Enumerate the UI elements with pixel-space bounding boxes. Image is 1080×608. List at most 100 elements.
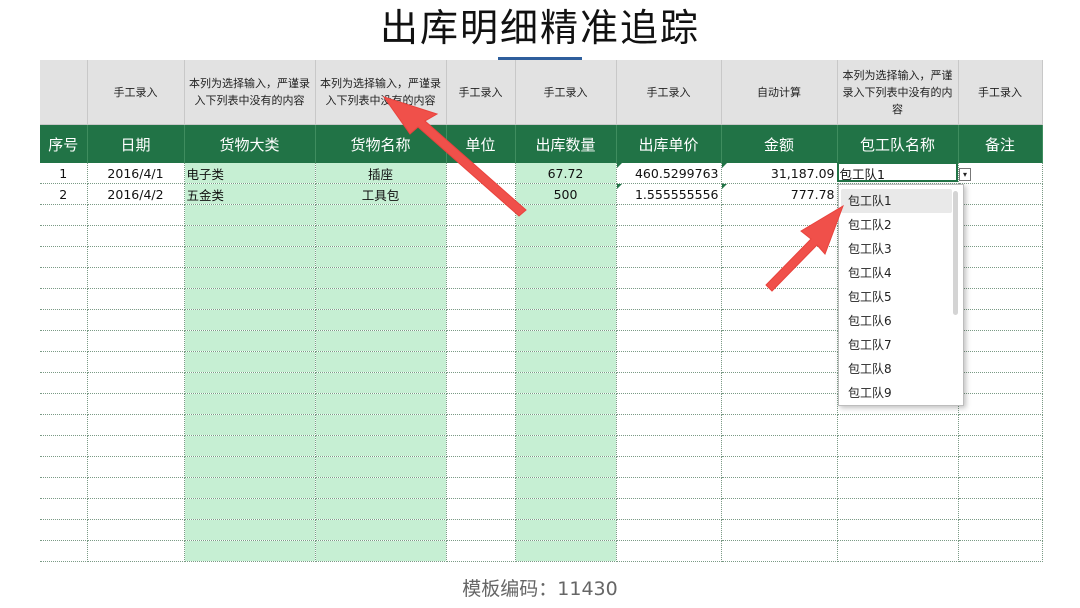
table-cell[interactable] — [616, 498, 722, 520]
dropdown-option[interactable]: 包工队5 — [841, 285, 952, 309]
table-cell[interactable] — [87, 435, 185, 457]
table-cell[interactable] — [721, 372, 838, 394]
table-cell[interactable] — [958, 267, 1043, 289]
table-cell[interactable] — [446, 435, 516, 457]
table-cell[interactable] — [184, 519, 316, 541]
table-cell[interactable] — [958, 477, 1043, 499]
table-cell[interactable] — [958, 435, 1043, 457]
column-header[interactable]: 货物大类 — [184, 124, 316, 163]
table-cell[interactable] — [87, 351, 185, 373]
table-cell[interactable] — [958, 540, 1043, 562]
table-cell[interactable] — [446, 477, 516, 499]
table-cell[interactable] — [184, 330, 316, 352]
table-cell[interactable] — [315, 456, 447, 478]
table-cell[interactable] — [958, 330, 1043, 352]
table-cell[interactable] — [721, 414, 838, 436]
table-cell[interactable] — [515, 246, 617, 268]
table-cell[interactable] — [184, 540, 316, 562]
table-cell[interactable] — [616, 414, 722, 436]
table-cell[interactable]: 500 — [515, 183, 617, 205]
table-cell[interactable]: 2016/4/1 — [87, 163, 185, 184]
table-cell[interactable] — [958, 372, 1043, 394]
table-cell[interactable] — [184, 288, 316, 310]
table-cell[interactable] — [616, 246, 722, 268]
table-cell[interactable] — [315, 204, 447, 226]
table-cell[interactable] — [40, 519, 88, 541]
table-cell[interactable] — [315, 393, 447, 415]
table-cell[interactable] — [40, 309, 88, 331]
table-cell[interactable] — [958, 204, 1043, 226]
table-cell[interactable]: 1 — [40, 163, 88, 184]
table-cell[interactable] — [40, 414, 88, 436]
table-cell[interactable]: 67.72 — [515, 163, 617, 184]
table-cell[interactable]: 五金类 — [184, 183, 316, 205]
note-cell[interactable]: 自动计算 — [721, 60, 838, 125]
dropdown-option[interactable]: 包工队9 — [841, 381, 952, 405]
table-cell[interactable] — [40, 246, 88, 268]
table-cell[interactable] — [446, 540, 516, 562]
table-cell[interactable] — [721, 225, 838, 247]
table-cell[interactable] — [616, 540, 722, 562]
column-header[interactable]: 备注 — [958, 124, 1043, 163]
table-cell[interactable] — [87, 414, 185, 436]
table-cell[interactable] — [515, 393, 617, 415]
dropdown-option[interactable]: 包工队6 — [841, 309, 952, 333]
table-cell[interactable] — [446, 267, 516, 289]
table-cell[interactable] — [315, 435, 447, 457]
table-cell[interactable] — [40, 540, 88, 562]
table-cell[interactable] — [87, 498, 185, 520]
table-cell[interactable] — [958, 414, 1043, 436]
note-cell[interactable]: 手工录入 — [958, 60, 1043, 125]
table-cell[interactable] — [958, 246, 1043, 268]
table-cell[interactable] — [515, 498, 617, 520]
table-cell[interactable] — [837, 435, 959, 457]
table-cell[interactable] — [446, 183, 516, 205]
table-cell[interactable] — [40, 498, 88, 520]
table-cell[interactable] — [184, 204, 316, 226]
table-cell[interactable] — [184, 225, 316, 247]
table-cell[interactable] — [837, 456, 959, 478]
table-cell[interactable] — [184, 456, 316, 478]
note-cell[interactable]: 本列为选择输入，严谨录入下列表中没有的内容 — [184, 60, 316, 125]
table-cell[interactable] — [616, 393, 722, 415]
table-cell[interactable] — [40, 330, 88, 352]
table-cell[interactable] — [315, 372, 447, 394]
table-cell[interactable] — [40, 225, 88, 247]
table-cell[interactable]: 1.555555556 — [616, 183, 722, 205]
table-cell[interactable] — [315, 267, 447, 289]
table-cell[interactable] — [87, 330, 185, 352]
table-cell[interactable] — [721, 330, 838, 352]
table-cell[interactable] — [40, 435, 88, 457]
table-cell[interactable] — [721, 435, 838, 457]
column-header[interactable]: 货物名称 — [315, 124, 447, 163]
table-cell[interactable]: 工具包 — [315, 183, 447, 205]
table-cell[interactable] — [315, 330, 447, 352]
table-cell[interactable] — [958, 351, 1043, 373]
table-cell[interactable]: 2016/4/2 — [87, 183, 185, 205]
dropdown-toggle-button[interactable]: ▾ — [959, 168, 971, 181]
team-dropdown-list[interactable]: 包工队1 包工队2 包工队3 包工队4 包工队5 包工队6 包工队7 包工队8 包工队9 — [838, 184, 964, 406]
table-cell[interactable]: 包工队1 — [837, 163, 959, 184]
table-cell[interactable] — [616, 372, 722, 394]
table-cell[interactable] — [958, 498, 1043, 520]
table-cell[interactable] — [40, 204, 88, 226]
table-cell[interactable] — [721, 204, 838, 226]
table-cell[interactable] — [40, 351, 88, 373]
table-cell[interactable] — [446, 163, 516, 184]
note-cell[interactable]: 手工录入 — [515, 60, 617, 125]
table-cell[interactable] — [446, 330, 516, 352]
table-cell[interactable] — [616, 204, 722, 226]
table-cell[interactable] — [837, 414, 959, 436]
table-cell[interactable] — [616, 225, 722, 247]
table-cell[interactable] — [958, 519, 1043, 541]
table-cell[interactable] — [616, 330, 722, 352]
table-cell[interactable] — [40, 393, 88, 415]
table-cell[interactable] — [315, 351, 447, 373]
table-cell[interactable] — [87, 288, 185, 310]
table-cell[interactable] — [315, 498, 447, 520]
table-cell[interactable] — [315, 477, 447, 499]
table-cell[interactable] — [446, 519, 516, 541]
dropdown-option[interactable]: 包工队3 — [841, 237, 952, 261]
table-cell[interactable] — [315, 246, 447, 268]
table-cell[interactable] — [184, 477, 316, 499]
